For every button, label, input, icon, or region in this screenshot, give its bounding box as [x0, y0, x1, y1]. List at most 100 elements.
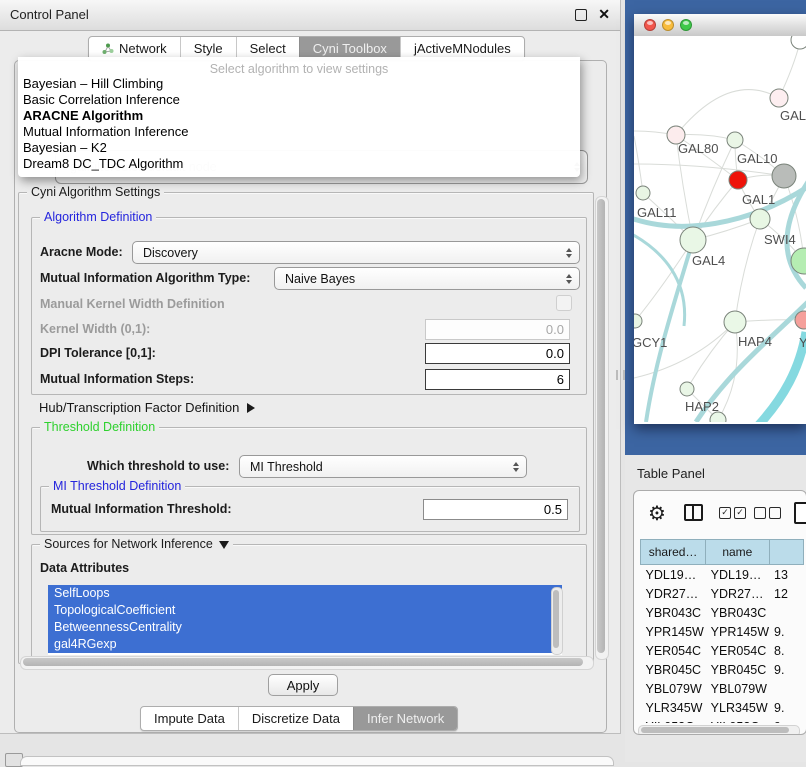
zoom-traffic-light-icon[interactable]	[680, 19, 692, 31]
apply-button[interactable]: Apply	[268, 674, 338, 696]
checked-box-icon[interactable]: ✓	[734, 507, 746, 519]
mi-algorithm-type-combobox[interactable]: Naive Bayes	[274, 267, 580, 290]
combobox-stepper-icon	[513, 462, 519, 472]
columns-icon[interactable]	[684, 504, 703, 521]
attribute-item-gal4rgexp[interactable]: gal4RGexp	[48, 636, 562, 653]
cyni-algorithm-settings-group: Cyni Algorithm Settings Algorithm Defini…	[18, 192, 594, 664]
table-row[interactable]: YBR043CYBR043C	[641, 603, 804, 622]
attribute-item-selfloops[interactable]: SelfLoops	[48, 585, 562, 602]
document-icon[interactable]	[794, 502, 806, 524]
table-row[interactable]: YBL079WYBL079W	[641, 679, 804, 698]
table-cell	[769, 679, 803, 698]
node-label: SWI4	[764, 232, 796, 247]
table-panel-title: Table Panel	[637, 466, 705, 481]
table-cell: 9	[769, 717, 803, 723]
node-attribute-table[interactable]: shared…name YDL19…YDL19…13YDR27…YDR27…12…	[640, 539, 804, 723]
control-panel-window: Control Panel ✕ NetworkStyleSelectCyni T…	[0, 0, 621, 734]
table-row[interactable]: YDR27…YDR27…12	[641, 584, 804, 603]
network-window-titlebar[interactable]	[634, 14, 806, 37]
network-node[interactable]	[770, 89, 788, 107]
attributes-vertical-scrollbar[interactable]	[551, 587, 563, 655]
network-edge[interactable]	[634, 232, 685, 326]
algorithm-option-basic-correlation-inference[interactable]: Basic Correlation Inference	[18, 92, 580, 108]
table-row[interactable]: YER054CYER054C8.	[641, 641, 804, 660]
panel-resize-handle[interactable]	[616, 370, 625, 380]
table-cell: 9.	[769, 622, 803, 641]
column-header-shared[interactable]: shared…	[641, 540, 706, 565]
sources-group: Sources for Network Inference Data Attri…	[31, 544, 587, 663]
table-row[interactable]: YDL19…YDL19…13	[641, 565, 804, 585]
table-cell: YBR045C	[641, 660, 706, 679]
algorithm-dropdown-list: Select algorithm to view settings Bayesi…	[18, 57, 580, 177]
algorithm-option-aracne-algorithm[interactable]: ARACNE Algorithm	[18, 108, 580, 124]
table-cell: YBL079W	[641, 679, 706, 698]
network-node[interactable]	[634, 314, 642, 328]
network-edge[interactable]	[735, 219, 760, 322]
mi-steps-field[interactable]	[425, 369, 570, 390]
attribute-item-topologicalcoefficient[interactable]: TopologicalCoefficient	[48, 602, 562, 619]
network-node[interactable]	[750, 209, 770, 229]
network-node[interactable]	[680, 227, 706, 253]
algorithm-option-bayesian-k2[interactable]: Bayesian – K2	[18, 140, 580, 156]
table-cell: YER054C	[706, 641, 769, 660]
tab-label: Impute Data	[154, 711, 225, 726]
close-traffic-light-icon[interactable]	[644, 19, 656, 31]
checked-box-icon[interactable]: ✓	[719, 507, 731, 519]
network-canvas[interactable]: GALGAL80GAL10GAL11GAL1SWI4GAL4GCY1HAP4YH…	[634, 36, 806, 422]
attribute-item-betweennesscentrality[interactable]: BetweennessCentrality	[48, 619, 562, 636]
aracne-mode-value: Discovery	[143, 246, 198, 260]
data-attributes-list[interactable]: SelfLoopsTopologicalCoefficientBetweenne…	[48, 585, 562, 655]
manual-kernel-checkbox[interactable]	[556, 295, 572, 311]
node-label: GAL80	[678, 141, 718, 156]
which-threshold-combobox[interactable]: MI Threshold	[239, 455, 527, 478]
table-cell: YIL053C	[641, 717, 706, 723]
unchecked-box-icon[interactable]	[754, 507, 766, 519]
table-horizontal-scrollbar[interactable]	[638, 725, 800, 735]
table-cell	[769, 603, 803, 622]
network-node[interactable]	[791, 36, 806, 49]
sources-title[interactable]: Sources for Network Inference	[40, 537, 233, 551]
tab-impute-data[interactable]: Impute Data	[141, 707, 238, 730]
aracne-mode-combobox[interactable]: Discovery	[132, 241, 580, 264]
algorithm-option-dream8-dc-tdc-algorithm[interactable]: Dream8 DC_TDC Algorithm	[18, 156, 580, 172]
mi-steps-label: Mutual Information Steps:	[40, 372, 194, 386]
float-icon[interactable]	[575, 9, 587, 21]
dpi-tolerance-field[interactable]	[425, 343, 570, 364]
which-threshold-value: MI Threshold	[250, 460, 323, 474]
table-row[interactable]: YPR145WYPR145W9.	[641, 622, 804, 641]
table-cell: YDL19…	[641, 565, 706, 585]
table-cell: YLR345W	[641, 698, 706, 717]
column-header-name[interactable]: name	[706, 540, 769, 565]
tab-infer-network[interactable]: Infer Network	[353, 707, 457, 730]
tab-label: Infer Network	[367, 711, 444, 726]
network-node[interactable]	[680, 382, 694, 396]
network-node[interactable]	[772, 164, 796, 188]
algorithm-option-mutual-information-inference[interactable]: Mutual Information Inference	[18, 124, 580, 140]
mi-threshold-label: Mutual Information Threshold:	[51, 502, 232, 516]
settings-horizontal-scrollbar[interactable]	[20, 656, 594, 670]
network-node[interactable]	[729, 171, 747, 189]
column-header-2[interactable]	[769, 540, 803, 565]
network-edge[interactable]	[676, 90, 779, 135]
table-row[interactable]: YBR045CYBR045C9.	[641, 660, 804, 679]
unchecked-box-icon[interactable]	[769, 507, 781, 519]
table-cell: 9.	[769, 660, 803, 679]
kernel-width-field[interactable]	[425, 319, 570, 340]
close-icon[interactable]: ✕	[598, 6, 610, 23]
table-cell: YBR043C	[706, 603, 769, 622]
table-row[interactable]: YIL053CYIL053C9	[641, 717, 804, 723]
network-node[interactable]	[727, 132, 743, 148]
table-row[interactable]: YLR345WYLR345W9.	[641, 698, 804, 717]
aracne-mode-label: Aracne Mode:	[40, 245, 123, 259]
algorithm-option-bayesian-hill-climbing[interactable]: Bayesian – Hill Climbing	[18, 76, 580, 92]
settings-vertical-scrollbar[interactable]	[595, 196, 609, 660]
gear-icon[interactable]: ⚙	[648, 501, 666, 526]
network-node[interactable]	[636, 186, 650, 200]
network-edge[interactable]	[634, 322, 735, 378]
mi-algorithm-type-value: Naive Bayes	[285, 272, 355, 286]
minimize-traffic-light-icon[interactable]	[662, 19, 674, 31]
hub-definition-expander[interactable]: Hub/Transcription Factor Definition	[39, 400, 255, 415]
network-node[interactable]	[724, 311, 746, 333]
mi-threshold-field[interactable]	[423, 499, 568, 520]
tab-discretize-data[interactable]: Discretize Data	[238, 707, 353, 730]
